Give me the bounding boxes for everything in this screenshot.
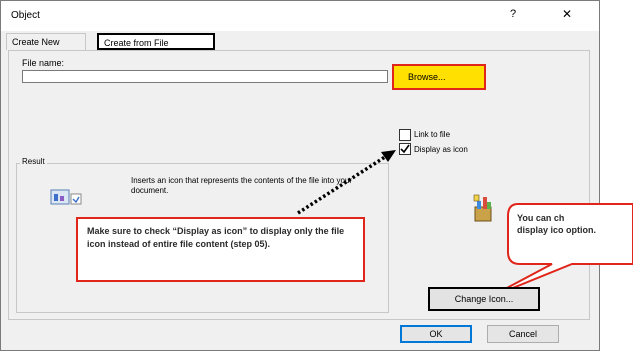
cancel-button[interactable]: Cancel xyxy=(487,325,559,343)
ok-button[interactable]: OK xyxy=(400,325,472,343)
change-icon-button[interactable]: Change Icon... xyxy=(428,287,540,311)
instruction-callout: Make sure to check “Display as icon” to … xyxy=(76,217,365,282)
side-callout-text: You can ch display ico option. xyxy=(517,213,597,235)
